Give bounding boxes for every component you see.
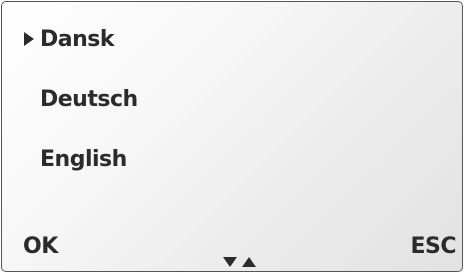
ok-softkey[interactable]: OK — [23, 234, 58, 260]
arrow-up-icon[interactable] — [242, 257, 256, 267]
arrow-down-icon[interactable] — [223, 257, 237, 267]
scroll-indicator — [223, 255, 263, 269]
menu-item-english[interactable]: English — [40, 147, 127, 173]
menu-item-deutsch[interactable]: Deutsch — [40, 87, 138, 113]
menu-item-dansk[interactable]: Dansk — [40, 27, 115, 53]
selection-pointer-icon — [24, 32, 34, 46]
esc-softkey[interactable]: ESC — [410, 234, 456, 260]
device-display: Dansk Deutsch English OK ESC — [1, 1, 463, 272]
